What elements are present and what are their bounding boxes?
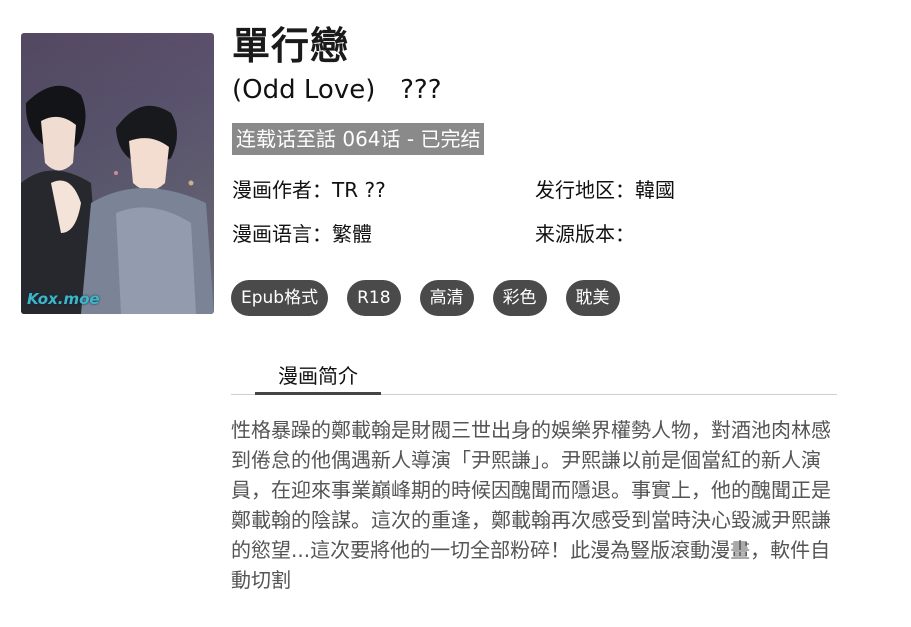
- region-info: 发行地区：韓國: [535, 178, 675, 202]
- tag-color[interactable]: 彩色: [492, 280, 547, 316]
- tag-hd[interactable]: 高清: [419, 280, 474, 316]
- tag-epub[interactable]: Epub格式: [231, 280, 329, 316]
- synopsis-text: 性格暴躁的鄭載翰是財閥三世出身的娛樂界權勢人物，對酒池肉林感到倦怠的他偶遇新人導…: [231, 418, 831, 592]
- tab-synopsis[interactable]: 漫画简介: [255, 360, 381, 395]
- page-subtitle: (Odd Love) ???: [232, 75, 442, 105]
- tag-bl[interactable]: 耽美: [565, 280, 620, 316]
- cover-illustration: [21, 33, 214, 314]
- cover-image[interactable]: Kox.moe: [21, 33, 214, 314]
- page-title: 單行戀: [232, 24, 350, 68]
- tag-list: Epub格式 R18 高清 彩色 耽美: [231, 280, 620, 316]
- author-info: 漫画作者：TR ??: [232, 178, 386, 202]
- language-info: 漫画语言：繁體: [232, 222, 372, 246]
- tag-r18[interactable]: R18: [347, 280, 401, 316]
- source-info: 来源版本：: [535, 222, 635, 246]
- status-badge: 连载话至話 064话 - 已完结: [232, 123, 485, 155]
- cover-watermark: Kox.moe: [27, 290, 100, 308]
